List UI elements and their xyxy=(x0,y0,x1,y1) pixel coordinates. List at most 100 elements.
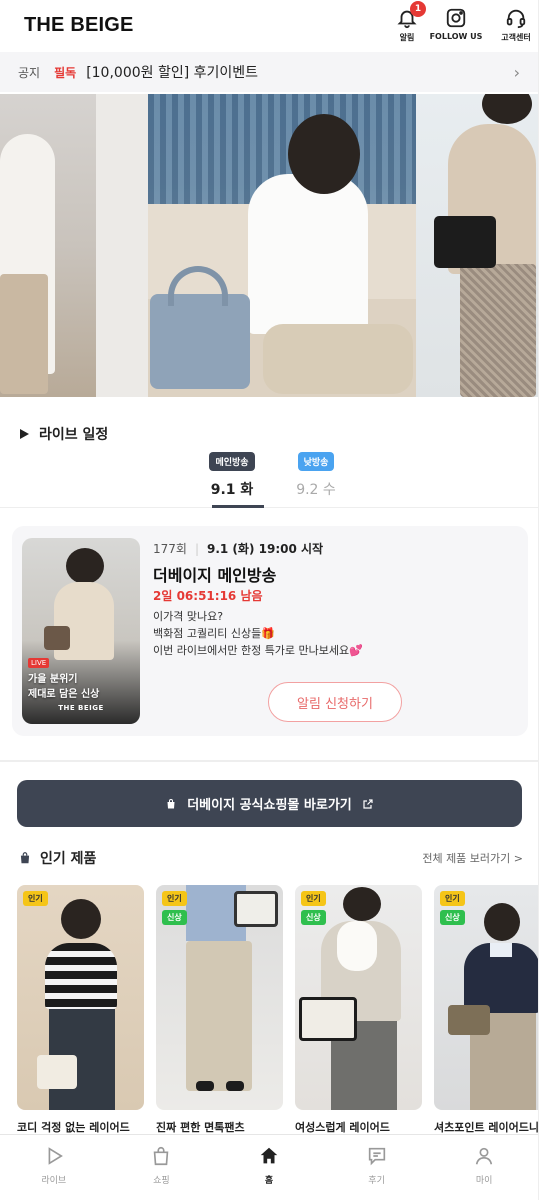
new-tag: 신상 xyxy=(440,910,465,925)
new-tag: 신상 xyxy=(301,910,326,925)
product-card[interactable]: 인기 신상 여성스럽게 레이어드 xyxy=(295,885,422,1135)
live-badge: LIVE xyxy=(28,658,50,668)
tabs-divider xyxy=(0,507,538,508)
tab-live[interactable]: 라이브 xyxy=(0,1135,108,1200)
product-name: 여성스럽게 레이어드 xyxy=(295,1121,390,1134)
broadcast-card[interactable]: LIVE 가을 분위기 제대로 담은 신상 THE BEIGE 177회 | 9… xyxy=(12,526,528,736)
tab-label: 쇼핑 xyxy=(153,1176,170,1186)
external-link-icon xyxy=(363,798,373,809)
tab-label: 마이 xyxy=(475,1176,493,1186)
tab-my[interactable]: 마이 xyxy=(430,1135,538,1200)
tab-day-broadcast[interactable]: 낮방송 9.2 수 xyxy=(289,452,343,499)
thumbnail-caption: 가을 분위기 xyxy=(28,674,78,685)
description-line: 백화점 고퀄리티 신상들🎁 xyxy=(153,627,275,640)
product-card[interactable]: 인기 신상 진짜 편한 면톡팬츠 xyxy=(156,885,283,1135)
product-card[interactable]: 인기 신상 셔츠포인트 레이어드니트 xyxy=(434,885,555,1135)
shopping-bag-icon xyxy=(20,852,30,864)
live-schedule-title: 라이브 일정 xyxy=(39,427,109,443)
thumbnail-brand: THE BEIGE xyxy=(58,704,104,712)
instagram-icon xyxy=(446,8,466,28)
follow-us-label: FOLLOW US xyxy=(429,32,483,41)
broadcast-meta: 177회 | 9.1 (화) 19:00 시작 xyxy=(153,540,323,557)
product-name: 코디 걱정 없는 레이어드 xyxy=(17,1121,130,1134)
customer-center-button[interactable]: 고객센터 xyxy=(491,7,541,43)
popular-header: 인기 제품 전체 제품 보러가기 > xyxy=(18,848,523,868)
thumbnail-caption: 제대로 담은 신상 xyxy=(28,689,100,700)
section-divider xyxy=(0,760,538,762)
episode-number: 177회 xyxy=(153,542,187,556)
new-tag: 신상 xyxy=(162,910,187,925)
description-line: 이번 라이브에서만 한정 특가로 만나보세요💕 xyxy=(153,644,363,657)
active-tab-indicator xyxy=(212,505,264,508)
app-header: THE BEIGE 1 알림 FOLLOW US 고객센터 xyxy=(0,0,555,50)
notice-text: [10,000원 할인] 후기이벤트 xyxy=(86,65,259,81)
official-mall-button[interactable]: 더베이지 공식쇼핑몰 바로가기 xyxy=(17,780,522,827)
schedule-tabs: 메인방송 9.1 화 낮방송 9.2 수 xyxy=(205,452,343,499)
product-carousel[interactable]: 인기 코디 걱정 없는 레이어드 인기 신상 진짜 편한 면톡팬츠 인기 신상 … xyxy=(17,885,555,1135)
product-tags: 인기 xyxy=(23,891,48,906)
user-icon xyxy=(476,1147,493,1165)
product-tags: 인기 신상 xyxy=(440,891,465,925)
product-tags: 인기 신상 xyxy=(301,891,326,925)
alarm-badge: 1 xyxy=(410,1,426,17)
hot-tag: 인기 xyxy=(301,891,326,906)
notice-label: 공지 xyxy=(18,65,41,80)
header-actions: 1 알림 FOLLOW US 고객센터 xyxy=(393,1,541,43)
bottom-tab-bar: 라이브 쇼핑 홈 후기 마이 xyxy=(0,1134,538,1200)
description-line: 이가격 맞나요? xyxy=(153,610,224,623)
tab-shopping[interactable]: 쇼핑 xyxy=(108,1135,216,1200)
popular-title-text: 인기 제품 xyxy=(40,851,97,867)
chat-icon xyxy=(368,1147,385,1166)
live-schedule-heading: 라이브 일정 xyxy=(20,424,108,444)
hero-slide-image xyxy=(416,94,538,397)
tab-date: 9.2 수 xyxy=(296,482,336,498)
alarm-label: 알림 xyxy=(399,33,415,42)
chevron-right-icon: › xyxy=(513,62,520,82)
shopping-bag-icon xyxy=(154,1146,169,1166)
product-name: 셔츠포인트 레이어드니트 xyxy=(434,1121,550,1134)
hero-slide-image xyxy=(0,94,148,397)
notify-button[interactable]: 알림 신청하기 xyxy=(268,682,402,722)
product-card[interactable]: 인기 코디 걱정 없는 레이어드 xyxy=(17,885,144,1135)
tab-reviews[interactable]: 후기 xyxy=(323,1135,431,1200)
hero-slide-image xyxy=(148,94,416,397)
broadcast-time: 9.1 (화) 19:00 시작 xyxy=(207,542,324,556)
home-icon xyxy=(260,1147,278,1164)
product-tags: 인기 신상 xyxy=(162,891,187,925)
hot-tag: 인기 xyxy=(440,891,465,906)
follow-us-button[interactable]: FOLLOW US xyxy=(429,7,483,41)
see-all-products-link[interactable]: 전체 제품 보러가기 > xyxy=(422,850,523,866)
notice-tag: 필독 xyxy=(54,65,77,80)
product-image: 인기 신상 xyxy=(156,885,283,1110)
alarm-button[interactable]: 1 알림 xyxy=(393,1,426,43)
official-mall-label: 더베이지 공식쇼핑몰 바로가기 xyxy=(187,798,352,813)
hot-tag: 인기 xyxy=(23,891,48,906)
brand-logo[interactable]: THE BEIGE xyxy=(24,14,393,37)
product-image: 인기 신상 xyxy=(434,885,555,1110)
meta-separator: | xyxy=(194,541,199,556)
broadcast-thumbnail[interactable]: LIVE 가을 분위기 제대로 담은 신상 THE BEIGE xyxy=(22,538,140,724)
tab-date: 9.1 화 xyxy=(210,482,254,498)
play-triangle-icon xyxy=(20,429,29,439)
product-image: 인기 xyxy=(17,885,144,1110)
broadcast-title: 더베이지 메인방송 xyxy=(153,566,277,585)
page-edge xyxy=(538,0,555,1200)
tab-home[interactable]: 홈 xyxy=(215,1135,323,1200)
notice-bar[interactable]: 공지 필독 [10,000원 할인] 후기이벤트 › xyxy=(0,52,538,92)
headset-icon xyxy=(506,9,526,29)
hot-tag: 인기 xyxy=(162,891,187,906)
tab-label: 후기 xyxy=(368,1176,385,1186)
tab-label: 라이브 xyxy=(41,1176,67,1186)
tab-pill: 메인방송 xyxy=(209,452,255,471)
broadcast-description: 이가격 맞나요? 백화점 고퀄리티 신상들🎁 이번 라이브에서만 한정 특가로 … xyxy=(153,608,363,659)
play-icon xyxy=(48,1147,63,1165)
shopping-bag-icon xyxy=(167,798,175,808)
customer-center-label: 고객센터 xyxy=(501,33,531,42)
hero-banner[interactable] xyxy=(0,94,538,397)
tab-main-broadcast[interactable]: 메인방송 9.1 화 xyxy=(205,452,259,499)
tab-label: 홈 xyxy=(264,1176,274,1186)
tab-pill: 낮방송 xyxy=(297,452,335,471)
product-image: 인기 신상 xyxy=(295,885,422,1110)
popular-title: 인기 제품 xyxy=(18,848,422,868)
product-name: 진짜 편한 면톡팬츠 xyxy=(156,1121,245,1134)
